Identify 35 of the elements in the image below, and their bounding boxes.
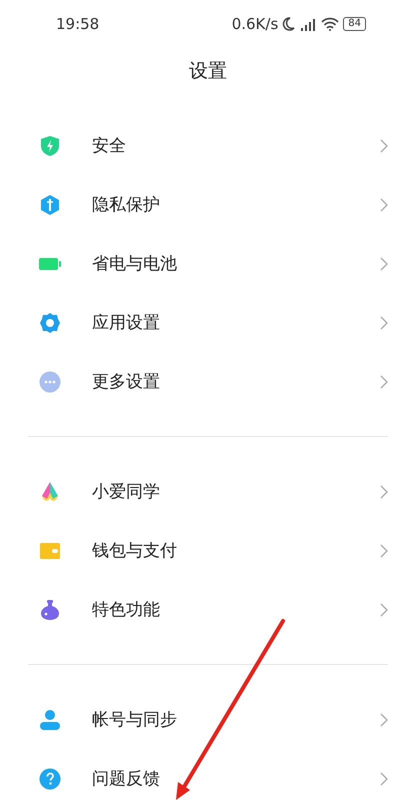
chevron-icon	[380, 316, 388, 330]
settings-icon	[39, 312, 61, 334]
settings-item[interactable]: 隐私保护	[0, 175, 416, 234]
flask-icon	[39, 598, 61, 620]
settings-item[interactable]: 特色功能	[0, 580, 416, 639]
signal-icon	[299, 18, 318, 30]
battery-level: 84	[343, 17, 366, 31]
assistant-logo-icon	[39, 480, 61, 502]
settings-item[interactable]: 安全	[0, 116, 416, 175]
person-icon	[39, 708, 61, 730]
chevron-icon	[380, 772, 388, 786]
chevron-icon	[380, 484, 388, 498]
more-icon	[39, 370, 61, 392]
wifi-icon	[321, 17, 340, 31]
shield-icon	[39, 134, 61, 156]
settings-item[interactable]: 问题反馈	[0, 749, 416, 800]
help-icon	[39, 768, 61, 790]
moon-icon	[282, 17, 296, 31]
chevron-icon	[380, 602, 388, 616]
settings-item[interactable]: 小爱同学	[0, 462, 416, 521]
chevron-icon	[380, 198, 388, 212]
hexagon-icon	[39, 194, 61, 216]
chevron-icon	[380, 712, 388, 726]
status-time: 19:58	[56, 15, 100, 33]
settings-item[interactable]: 省电与电池	[0, 234, 416, 293]
settings-item[interactable]: 应用设置	[0, 293, 416, 352]
settings-item[interactable]: 帐号与同步	[0, 690, 416, 749]
settings-item[interactable]: 钱包与支付	[0, 521, 416, 580]
chevron-icon	[380, 374, 388, 388]
settings-item[interactable]: 更多设置	[0, 352, 416, 411]
chevron-icon	[380, 544, 388, 558]
chevron-icon	[380, 138, 388, 152]
chevron-icon	[380, 256, 388, 270]
network-speed: 0.6K/s	[232, 15, 278, 33]
page-title: 设置	[189, 59, 227, 84]
